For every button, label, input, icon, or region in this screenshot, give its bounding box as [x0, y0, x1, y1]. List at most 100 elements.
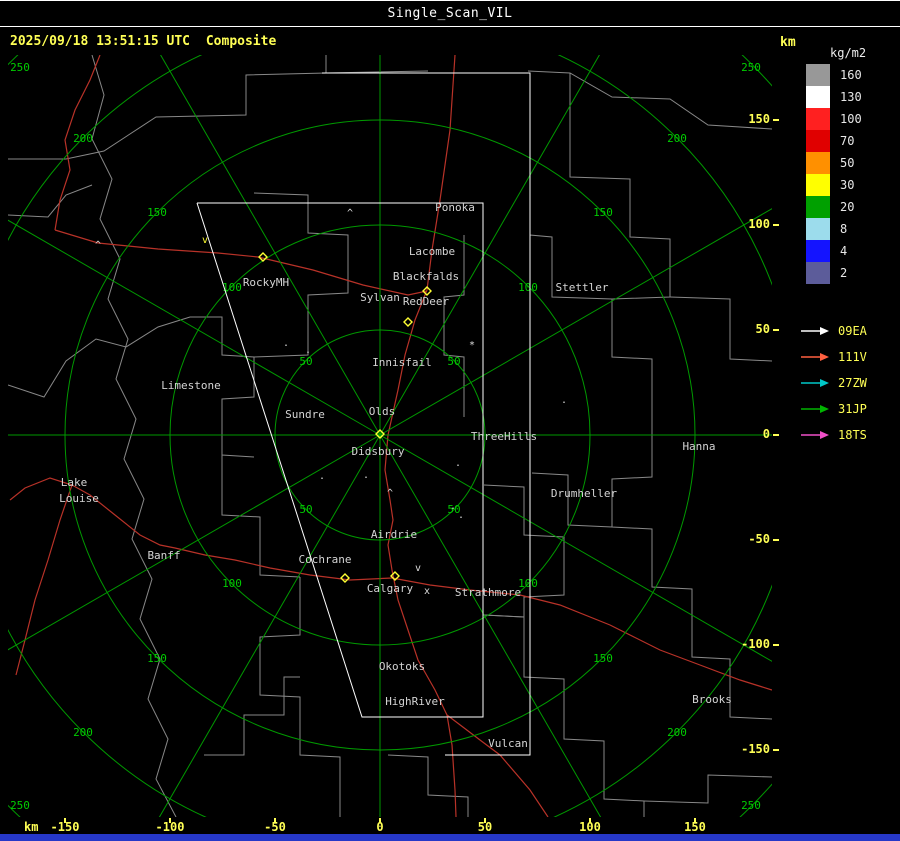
- y-axis-tick: [773, 434, 779, 436]
- city-label-vulcan: Vulcan: [488, 737, 528, 750]
- city-label-blackfalds: Blackfalds: [393, 270, 459, 283]
- colorbar-swatch: [806, 152, 830, 174]
- colorbar-entry: 70: [806, 130, 872, 152]
- map-marker-glyph-icon: *: [469, 340, 475, 351]
- county-boundary: [253, 192, 349, 358]
- city-marker-diamond-icon: [403, 317, 413, 327]
- county-boundary: [443, 235, 465, 417]
- range-ring-label: 250: [10, 799, 30, 812]
- site-id: 31JP: [838, 402, 867, 416]
- site-arrow-head: [820, 431, 829, 439]
- y-axis-tick: [773, 539, 779, 541]
- colorbar-swatch: [806, 174, 830, 196]
- map-marker-glyph-icon: .: [319, 471, 325, 482]
- colorbar-value: 100: [840, 112, 862, 126]
- radar-map[interactable]: 50 50 50 50 100 100 100 100 150 150 150 150 200 200 20…: [8, 55, 772, 817]
- map-marker-glyph-icon: v: [415, 563, 421, 574]
- colorbar-entry: 100: [806, 108, 872, 130]
- map-marker-glyph-icon: .: [283, 338, 289, 349]
- range-ring-label: 200: [73, 726, 93, 739]
- y-axis-label: 100: [748, 217, 770, 231]
- city-label-limestone: Limestone: [161, 379, 221, 392]
- colorbar-entry: 8: [806, 218, 872, 240]
- city-label-innisfail: Innisfail: [372, 356, 432, 369]
- county-boundary: [611, 419, 772, 720]
- site-arrow-icon: [801, 431, 829, 439]
- map-marker-glyph-icon: ^: [347, 208, 353, 219]
- x-axis-label: -150: [50, 820, 80, 834]
- colorbar-swatch: [806, 86, 830, 108]
- city-label-lake: Lake: [61, 476, 88, 489]
- range-ring-label: 50: [299, 503, 312, 516]
- city-label-drumheller: Drumheller: [551, 487, 618, 500]
- colorbar-entry: 20: [806, 196, 872, 218]
- county-boundary: [204, 676, 300, 756]
- city-label-lacombe: Lacombe: [409, 245, 455, 258]
- county-boundary: [91, 55, 177, 817]
- colorbar-entry: 30: [806, 174, 872, 196]
- y-axis-label: -100: [741, 637, 770, 651]
- colorbar-swatch: [806, 240, 830, 262]
- site-legend-row: 111V: [800, 344, 867, 370]
- site-legend-row: 09EA: [800, 318, 867, 344]
- map-marker-glyph-icon: v: [202, 235, 208, 246]
- map-marker-glyph-icon: .: [305, 345, 311, 356]
- site-arrow-icon: [801, 379, 829, 387]
- range-ring-label: 100: [222, 281, 242, 294]
- city-label-strathmore: Strathmore: [455, 586, 521, 599]
- y-axis-label: -50: [748, 532, 770, 546]
- site-arrow-head: [820, 379, 829, 387]
- colorbar-entry: 2: [806, 262, 872, 284]
- bottom-taskbar: [0, 834, 900, 841]
- y-axis-tick: [773, 749, 779, 751]
- colorbar-swatch: [806, 196, 830, 218]
- header-row: 2025/09/18 13:51:15 UTC Composite km: [10, 34, 890, 50]
- county-boundary: [259, 577, 341, 817]
- site-arrow-head: [820, 327, 829, 335]
- colorbar-unit-label: kg/m2: [830, 46, 867, 60]
- county-boundary: [221, 455, 301, 578]
- colorbar-value: 4: [840, 244, 848, 258]
- city-label-olds: Olds: [369, 405, 396, 418]
- map-marker-glyph-icon: ^: [387, 488, 393, 499]
- county-boundary: [8, 184, 93, 218]
- y-axis-tick: [773, 329, 779, 331]
- site-arrow-icon: [801, 327, 829, 335]
- radial-line-210deg: [158, 434, 381, 817]
- radial-line-150deg: [379, 434, 602, 817]
- scan-sector-outline: [322, 72, 531, 756]
- city-label-airdrie: Airdrie: [371, 528, 417, 541]
- radial-line-330deg: [160, 55, 381, 436]
- road-hwy23: [446, 714, 549, 817]
- x-axis-label: 100: [579, 820, 601, 834]
- city-label-sundre: Sundre: [285, 408, 325, 421]
- site-arrow-head: [820, 353, 829, 361]
- y-axis-unit-label: km: [780, 35, 796, 50]
- range-ring-label: 50: [299, 355, 312, 368]
- x-axis-label: -50: [264, 820, 286, 834]
- x-axis-label: 50: [477, 820, 493, 834]
- colorbar-swatch: [806, 218, 830, 240]
- site-arrow-icon: [801, 353, 829, 361]
- y-axis-label: 50: [755, 322, 770, 336]
- colorbar-value: 30: [840, 178, 855, 192]
- radar-site-legend: 09EA 111V 27ZW 31JP 18TS: [800, 318, 867, 448]
- map-marker-glyph-icon: .: [458, 510, 464, 521]
- x-axis-label: -100: [155, 820, 185, 834]
- radar-app-window: Single_Scan_VIL 2025/09/18 13:51:15 UTC …: [0, 0, 900, 841]
- colorbar-value: 70: [840, 134, 855, 148]
- range-ring-label: 150: [147, 652, 167, 665]
- colorbar-value: 130: [840, 90, 862, 104]
- city-label-didsbury: Didsbury: [352, 445, 405, 458]
- range-ring-label: 200: [73, 132, 93, 145]
- range-ring-label: 200: [667, 726, 687, 739]
- city-label-calgary: Calgary: [367, 582, 414, 595]
- road-hwy93: [15, 484, 73, 676]
- site-legend-row: 31JP: [800, 396, 867, 422]
- colorbar-swatch: [806, 262, 830, 284]
- colorbar-swatch: [806, 64, 830, 86]
- scan-timestamp: 2025/09/18 13:51:15 UTC: [10, 34, 191, 49]
- range-ring-label: 250: [741, 799, 761, 812]
- city-marker-diamond-icon: [340, 573, 350, 583]
- range-ring-label: 150: [147, 206, 167, 219]
